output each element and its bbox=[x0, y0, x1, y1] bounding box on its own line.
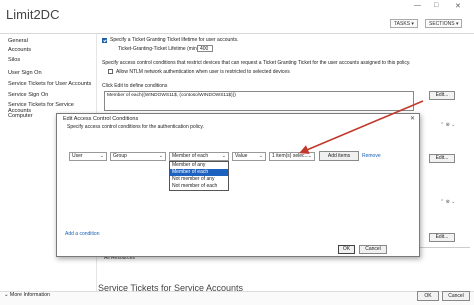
section-controls[interactable]: ⌃ ⊗ ⌄ bbox=[440, 122, 455, 128]
close-icon[interactable]: ✕ bbox=[455, 2, 461, 10]
operator-option[interactable]: Member of any bbox=[170, 162, 228, 169]
conditions-textbox[interactable]: Member of each({WINDOWS11$, (contoso\WIN… bbox=[104, 91, 414, 111]
nav-item-accounts[interactable]: Accounts bbox=[8, 47, 31, 53]
tasks-label: TASKS bbox=[394, 21, 411, 27]
edit-conditions-button-2[interactable]: Edit... bbox=[429, 154, 455, 163]
operator-option[interactable]: Not member of any bbox=[170, 176, 228, 183]
value-type-value: Value bbox=[235, 153, 248, 159]
add-condition-link[interactable]: Add a condition bbox=[65, 231, 99, 237]
attribute-select[interactable]: Group ⌄ bbox=[110, 152, 166, 161]
dialog-ok-button[interactable]: OK bbox=[338, 245, 355, 254]
edit-conditions-button-3[interactable]: Edit... bbox=[429, 233, 455, 242]
condition-value: Member of each({WINDOWS11$, (contoso\WIN… bbox=[107, 93, 236, 98]
edit-access-control-dialog: Edit Access Control Conditions ✕ Specify… bbox=[56, 113, 420, 257]
nav-item-general[interactable]: General bbox=[8, 38, 28, 44]
operator-option[interactable]: Not member of each bbox=[170, 183, 228, 190]
attribute-value: Group bbox=[113, 153, 127, 159]
sections-label: SECTIONS bbox=[429, 21, 455, 27]
add-items-button[interactable]: Add items bbox=[319, 151, 359, 161]
nav-item-user-sign-on[interactable]: User Sign On bbox=[8, 70, 42, 76]
nav-item-silos[interactable]: Silos bbox=[8, 57, 20, 63]
chevron-down-icon: ⌄ bbox=[99, 153, 104, 159]
chevron-down-icon: ⌄ bbox=[221, 153, 226, 159]
restrict-devices-text: Specify access control conditions that r… bbox=[102, 60, 411, 66]
ntlm-label: Allow NTLM network authentication when u… bbox=[116, 69, 290, 75]
operator-value: Member of each bbox=[172, 153, 209, 159]
value-type-select[interactable]: Value ⌄ bbox=[232, 152, 266, 161]
value-value: 1 item(s) selec... bbox=[272, 153, 309, 159]
chevron-down-icon: ⌄ bbox=[258, 153, 263, 159]
dialog-description: Specify access control conditions for th… bbox=[67, 124, 204, 130]
tgt-lifetime-label: Ticket-Granting-Ticket Lifetime (minutes… bbox=[118, 46, 210, 52]
operator-dropdown-list: Member of any Member of each Not member … bbox=[169, 161, 229, 191]
window-title: Limit2DC bbox=[6, 7, 60, 22]
footer-bar bbox=[0, 291, 474, 305]
more-information-label: More Information bbox=[9, 292, 50, 298]
tgt-lifetime-input[interactable]: 400 bbox=[197, 45, 213, 52]
ntlm-checkbox[interactable] bbox=[108, 69, 113, 74]
operator-option-selected[interactable]: Member of each bbox=[170, 169, 228, 176]
operator-select[interactable]: Member of each ⌄ bbox=[169, 152, 229, 161]
nav-item-computer[interactable]: Computer bbox=[8, 113, 33, 119]
tgt-lifetime-checkbox[interactable] bbox=[102, 38, 107, 43]
more-information-toggle[interactable]: ⌄ More Information bbox=[4, 292, 50, 298]
edit-hint: Click Edit to define conditions bbox=[102, 83, 168, 89]
chevron-down-icon: ⌄ bbox=[307, 153, 312, 159]
remove-link[interactable]: Remove bbox=[362, 153, 381, 159]
edit-conditions-button[interactable]: Edit... bbox=[429, 91, 455, 100]
minimize-icon[interactable]: — bbox=[414, 2, 421, 9]
chevron-down-icon: ⌄ bbox=[158, 153, 163, 159]
tgt-checkbox-label: Specify a Ticket Granting Ticket lifetim… bbox=[110, 37, 239, 43]
dialog-title: Edit Access Control Conditions bbox=[63, 116, 139, 122]
subject-value: User bbox=[72, 153, 83, 159]
sections-menu-button[interactable]: SECTIONS ▾ bbox=[425, 19, 463, 28]
main-ok-button[interactable]: OK bbox=[417, 291, 439, 301]
section-controls-2[interactable]: ⌃ ⊗ ⌄ bbox=[440, 199, 455, 205]
tasks-menu-button[interactable]: TASKS ▾ bbox=[390, 19, 418, 28]
nav-item-service-tickets-user[interactable]: Service Tickets for User Accounts bbox=[8, 81, 91, 87]
main-cancel-button[interactable]: Cancel bbox=[442, 291, 470, 301]
nav-item-service-sign-on[interactable]: Service Sign On bbox=[8, 92, 48, 98]
maximize-icon[interactable]: □ bbox=[434, 2, 438, 9]
dialog-close-icon[interactable]: ✕ bbox=[410, 115, 415, 122]
value-select[interactable]: 1 item(s) selec... ⌄ bbox=[269, 152, 315, 161]
dialog-cancel-button[interactable]: Cancel bbox=[359, 245, 387, 254]
subject-select[interactable]: User ⌄ bbox=[69, 152, 107, 161]
title-bar: Limit2DC — □ ✕ TASKS ▾ SECTIONS ▾ bbox=[0, 0, 474, 34]
